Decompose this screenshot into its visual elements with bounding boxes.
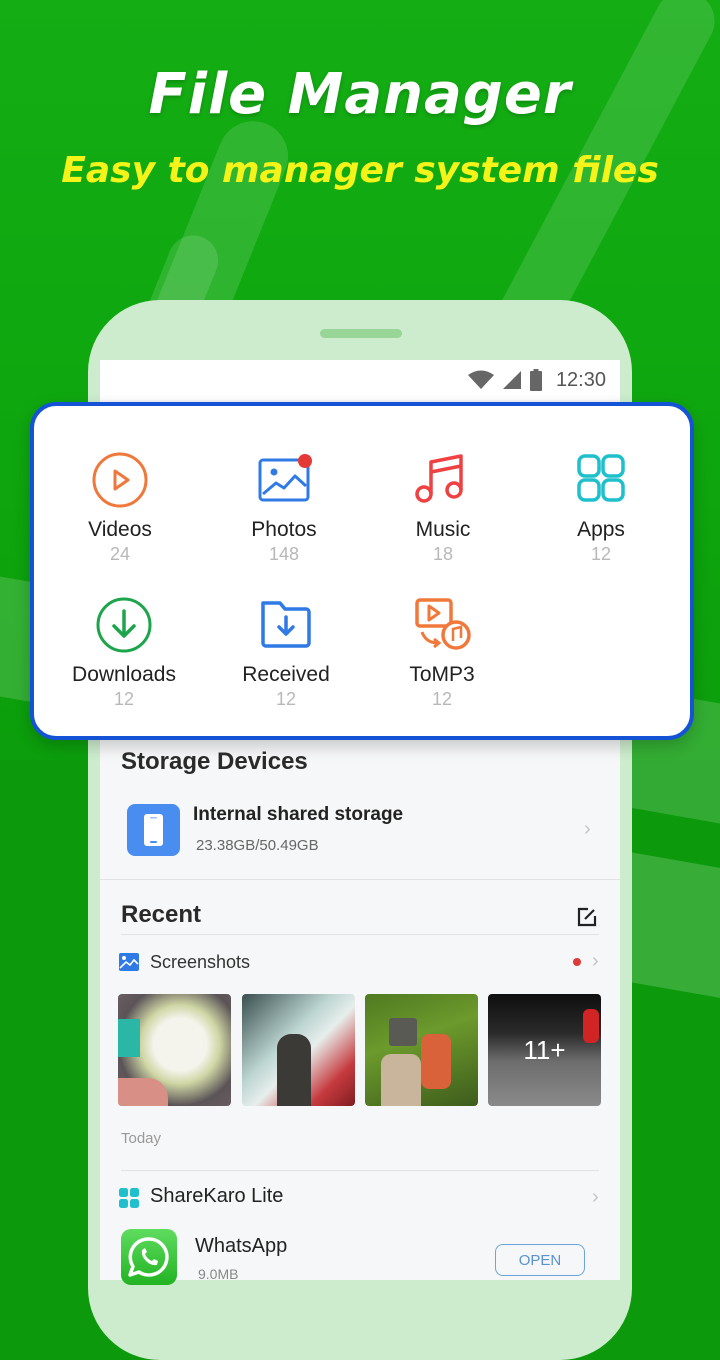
storage-device-name: Internal shared storage xyxy=(193,804,404,825)
thumbnail-detail xyxy=(421,1034,451,1089)
screenshots-folder-icon xyxy=(119,953,139,971)
category-apps[interactable]: Apps 12 xyxy=(521,450,681,565)
category-music[interactable]: Music 18 xyxy=(363,450,523,565)
thumbnail-smoke[interactable] xyxy=(242,994,355,1106)
promo-subtitle: Easy to manager system files xyxy=(61,150,659,191)
category-downloads[interactable]: Downloads 12 xyxy=(44,595,204,710)
chevron-right-icon[interactable]: › xyxy=(592,950,599,973)
decor-band xyxy=(630,852,720,998)
music-note-icon xyxy=(415,454,463,503)
divider xyxy=(121,1170,599,1171)
category-count: 12 xyxy=(113,689,135,709)
video-to-mp3-icon xyxy=(415,598,471,650)
thumbnail-flowers[interactable] xyxy=(118,994,231,1106)
category-label: Photos xyxy=(251,518,317,541)
thumbnail-detail xyxy=(277,1034,311,1106)
thumbnail-detail xyxy=(381,1054,421,1106)
battery-icon xyxy=(529,369,542,391)
category-label: Received xyxy=(242,663,330,686)
category-count: 12 xyxy=(275,689,297,709)
thumbnail-detail xyxy=(389,1018,417,1046)
more-photos-count: 11+ xyxy=(523,1034,566,1065)
date-label: Today xyxy=(121,1130,162,1147)
promo-title: File Manager xyxy=(148,62,572,127)
category-tomp3[interactable]: ToMP3 12 xyxy=(362,595,522,710)
edit-icon[interactable] xyxy=(577,907,597,927)
open-app-button[interactable]: OPEN xyxy=(495,1244,585,1276)
app-name: WhatsApp xyxy=(195,1235,288,1257)
new-items-dot xyxy=(573,958,581,966)
category-received[interactable]: Received 12 xyxy=(206,595,366,710)
chevron-right-icon[interactable]: › xyxy=(592,1186,599,1209)
category-count: 148 xyxy=(268,544,300,564)
storage-section-title: Storage Devices xyxy=(121,748,308,775)
category-label: Downloads xyxy=(72,663,176,686)
divider xyxy=(121,934,599,935)
category-photos[interactable]: Photos 148 xyxy=(204,450,364,565)
category-label: Apps xyxy=(577,518,625,541)
category-count: 18 xyxy=(432,544,454,564)
chevron-right-icon: › xyxy=(584,818,591,840)
category-label: ToMP3 xyxy=(409,663,475,686)
thumbnail-skier[interactable]: 11+ xyxy=(488,994,601,1106)
whatsapp-app-icon xyxy=(121,1229,177,1285)
thumbnail-workers[interactable] xyxy=(365,994,478,1106)
play-circle-icon xyxy=(92,452,148,508)
storage-device-usage: 23.38GB/50.49GB xyxy=(196,837,319,854)
signal-icon xyxy=(502,371,521,389)
category-label: Music xyxy=(415,518,471,541)
category-videos[interactable]: Videos 24 xyxy=(40,450,200,565)
folder-download-icon xyxy=(261,601,311,648)
image-icon xyxy=(258,454,312,502)
status-time: 12:30 xyxy=(555,368,606,391)
phone-storage-icon xyxy=(127,804,180,856)
category-label: Videos xyxy=(88,518,152,541)
category-count: 24 xyxy=(109,544,131,564)
category-count: 12 xyxy=(590,544,612,564)
apps-grid-icon xyxy=(577,454,625,502)
thumbnail-detail xyxy=(118,1078,168,1106)
recent-section-title: Recent xyxy=(121,901,202,928)
divider xyxy=(100,879,620,880)
sharekaro-apps-icon xyxy=(119,1188,139,1208)
status-bar: 12:30 xyxy=(100,360,620,400)
screenshots-label[interactable]: Screenshots xyxy=(150,952,250,973)
notification-dot xyxy=(298,454,312,468)
wifi-icon xyxy=(467,370,494,389)
thumbnail-detail xyxy=(118,1019,140,1057)
download-circle-icon xyxy=(96,597,152,653)
phone-speaker xyxy=(320,329,402,338)
storage-device-row[interactable] xyxy=(110,790,610,876)
app-group-label[interactable]: ShareKaro Lite xyxy=(150,1185,283,1208)
category-count: 12 xyxy=(431,689,453,709)
